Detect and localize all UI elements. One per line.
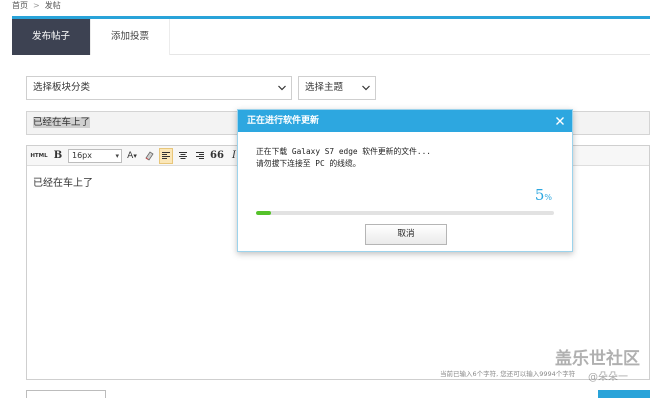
dialog-message: 正在下载 Galaxy S7 edge 软件更新的文件... 请勿拔下连接至 P… (256, 146, 431, 170)
breadcrumb-home-link[interactable]: 首页 (12, 0, 28, 14)
progress-percent: 5% (535, 186, 552, 204)
dialog-header: 正在进行软件更新 (238, 110, 572, 132)
font-size-select[interactable]: 16px ▾ (68, 148, 122, 163)
footer-secondary-button[interactable] (26, 390, 106, 398)
post-tabs: 发布帖子 添加投票 (12, 19, 650, 55)
character-counter: 当前已输入6个字符, 您还可以输入9994个字符 (440, 370, 576, 378)
progress-percent-sign: % (544, 193, 552, 202)
chevron-down-icon (361, 83, 371, 93)
chevron-down-icon: ▾ (133, 151, 137, 160)
progress-bar (256, 211, 554, 215)
progress-bar-fill (256, 211, 271, 215)
footer-submit-button[interactable] (598, 390, 650, 398)
tab-publish-post[interactable]: 发布帖子 (12, 19, 91, 55)
close-icon[interactable] (554, 115, 566, 127)
align-right-icon[interactable] (193, 148, 207, 164)
dialog-message-line-2: 请勿拔下连接至 PC 的线缆。 (256, 159, 361, 168)
html-mode-button[interactable]: HTML (30, 148, 48, 164)
cancel-button[interactable]: 取消 (365, 224, 447, 245)
align-center-icon[interactable] (176, 148, 190, 164)
breadcrumb-separator: > (33, 1, 40, 10)
eraser-icon[interactable] (142, 148, 156, 164)
dialog-title: 正在进行软件更新 (247, 116, 320, 126)
tab-add-poll[interactable]: 添加投票 (91, 19, 170, 55)
software-update-dialog: 正在进行软件更新 正在下载 Galaxy S7 edge 软件更新的文件... … (237, 109, 573, 252)
bold-button[interactable]: B (51, 148, 65, 164)
breadcrumb: 首页 > 发帖 (12, 0, 61, 14)
dialog-message-line-1: 正在下载 Galaxy S7 edge 软件更新的文件... (256, 147, 431, 156)
post-title-value: 已经在车上了 (33, 117, 91, 128)
chevron-down-icon: ▾ (115, 151, 119, 160)
category-select[interactable]: 选择板块分类 (26, 76, 292, 100)
chevron-down-icon (277, 83, 287, 93)
author-watermark: @朵朵一 (588, 372, 628, 383)
font-size-value: 16px (72, 150, 92, 160)
breadcrumb-current: 发帖 (44, 1, 61, 10)
font-color-button[interactable]: A ▾ (125, 148, 139, 164)
progress-percent-value: 5 (534, 186, 545, 204)
topic-select-value: 选择主题 (305, 82, 344, 93)
align-left-icon[interactable] (159, 147, 173, 164)
topic-select[interactable]: 选择主题 (298, 76, 376, 100)
post-editor-page: 首页 > 发帖 发布帖子 添加投票 选择板块分类 选择主题 已经在车上了 HTM… (0, 0, 650, 398)
quote-button[interactable]: 66 (210, 148, 224, 164)
category-select-value: 选择板块分类 (33, 82, 91, 93)
community-watermark: 盖乐世社区 (555, 349, 640, 369)
